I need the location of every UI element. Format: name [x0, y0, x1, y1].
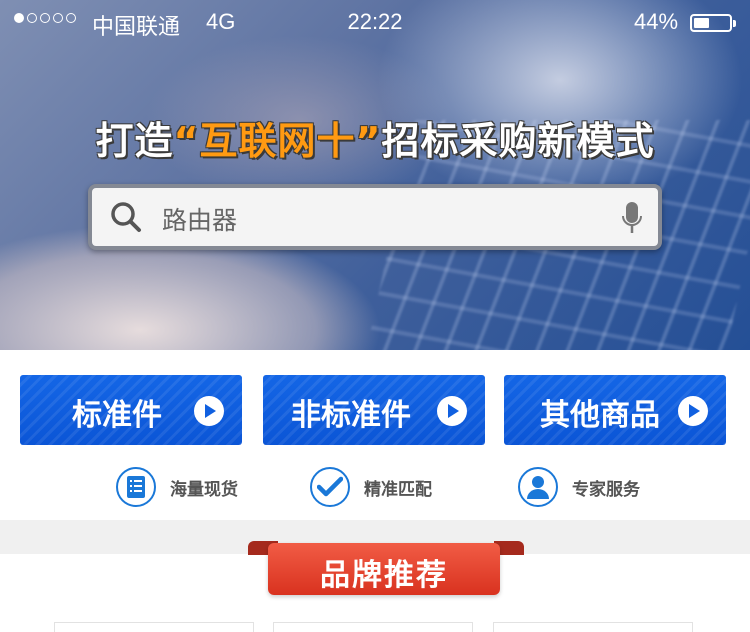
battery-icon — [690, 14, 736, 32]
play-circle-icon — [678, 396, 708, 426]
slogan-prefix: 打造 — [95, 119, 174, 163]
feature-label: 精准匹配 — [364, 479, 432, 500]
feature-mass-stock: 海量现货 — [116, 464, 238, 510]
search-icon[interactable] — [110, 201, 142, 233]
category-label: 标准件 — [72, 398, 162, 433]
battery-percent: 44% — [634, 9, 679, 34]
status-bar: 中国联通 4G 22:22 44% — [0, 0, 750, 44]
play-circle-icon — [437, 396, 467, 426]
user-icon — [518, 467, 558, 507]
brand-card[interactable] — [54, 622, 254, 632]
slogan-suffix: 招标采购新模式 — [381, 119, 655, 163]
feature-label: 海量现货 — [170, 479, 238, 500]
section-title: 品牌推荐 — [320, 558, 448, 593]
play-circle-icon — [194, 396, 224, 426]
search-bar[interactable]: 路由器 — [88, 184, 662, 250]
search-input[interactable]: 路由器 — [162, 201, 237, 237]
category-label: 其他商品 — [540, 398, 660, 433]
category-button-other[interactable]: 其他商品 — [504, 375, 726, 445]
brand-card[interactable] — [493, 622, 693, 632]
checkmark-icon — [310, 467, 350, 507]
category-label: 非标准件 — [291, 398, 411, 433]
hero-slogan: 打造“互联网十”招标采购新模式 — [0, 110, 750, 165]
feature-expert-service: 专家服务 — [518, 464, 640, 510]
microphone-icon[interactable] — [620, 201, 644, 235]
document-list-icon — [116, 467, 156, 507]
section-title-ribbon: 品牌推荐 — [268, 543, 500, 595]
category-button-nonstandard[interactable]: 非标准件 — [263, 375, 485, 445]
hero-banner: 中国联通 4G 22:22 44% 打造“互联网十”招标采购新模式 路由器 — [0, 0, 750, 350]
feature-precise-match: 精准匹配 — [310, 464, 432, 510]
brand-card[interactable] — [273, 622, 473, 632]
slogan-highlight: “互联网十” — [173, 119, 382, 163]
category-button-standard[interactable]: 标准件 — [20, 375, 242, 445]
feature-label: 专家服务 — [572, 479, 640, 500]
